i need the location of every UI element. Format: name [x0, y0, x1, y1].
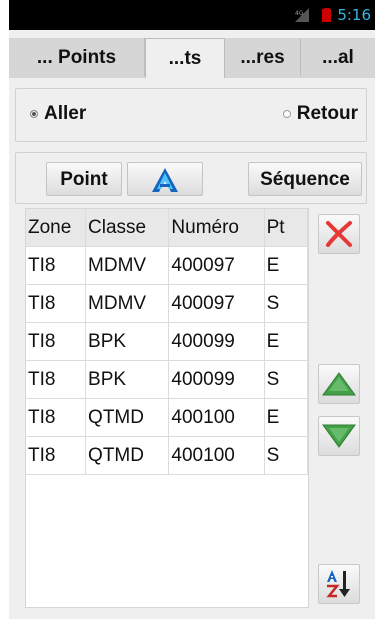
cell-pt: E: [264, 322, 309, 361]
signal-icon: 4G: [295, 8, 309, 22]
sort-button[interactable]: [318, 564, 360, 604]
cell-classe: QTMD: [85, 436, 170, 475]
radio-aller[interactable]: Aller: [30, 103, 86, 125]
table-row[interactable]: TI8 QTMD 400100 S: [26, 436, 309, 475]
delete-x-icon: [326, 221, 352, 247]
cell-pt: E: [264, 398, 309, 437]
cell-numero: 400099: [168, 322, 265, 361]
point-button[interactable]: Point: [46, 162, 122, 196]
cell-classe: BPK: [85, 322, 170, 361]
action-panel: Point Séquence: [15, 152, 367, 204]
cell-zone: TI8: [26, 360, 87, 399]
table-row[interactable]: TI8 BPK 400099 E: [26, 322, 309, 361]
cell-pt: S: [264, 284, 309, 323]
cell-numero: 400099: [168, 360, 265, 399]
radio-unselected-icon: [282, 110, 291, 118]
arrow-up-icon: [322, 372, 356, 396]
cell-zone: TI8: [26, 436, 87, 475]
svg-text:4G: 4G: [295, 10, 304, 17]
cell-numero: 400100: [168, 436, 265, 475]
column-header-numero[interactable]: Numéro: [168, 209, 265, 247]
cell-classe: QTMD: [85, 398, 170, 437]
cell-numero: 400097: [168, 284, 265, 323]
status-bar: 4G 5:16: [9, 0, 375, 30]
cell-classe: BPK: [85, 360, 170, 399]
radio-retour-label: Retour: [296, 103, 358, 124]
table-row[interactable]: TI8 QTMD 400100 E: [26, 398, 309, 437]
tab-res[interactable]: ...res: [225, 38, 301, 76]
cell-pt: S: [264, 436, 309, 475]
cell-pt: E: [264, 246, 309, 285]
column-header-classe[interactable]: Classe: [85, 209, 170, 247]
delete-button[interactable]: [318, 214, 360, 254]
sort-az-icon: [326, 570, 350, 598]
arrow-down-icon: [322, 424, 356, 448]
table-row[interactable]: TI8 MDMV 400097 E: [26, 246, 309, 285]
cell-zone: TI8: [26, 398, 87, 437]
tab-ts[interactable]: ...ts: [145, 38, 225, 78]
table-row[interactable]: TI8 BPK 400099 S: [26, 360, 309, 399]
cell-numero: 400100: [168, 398, 265, 437]
tab-bar: ... Points ...ts ...res ...al: [9, 38, 375, 78]
radio-retour[interactable]: Retour: [282, 103, 358, 125]
radio-selected-icon: [30, 110, 38, 118]
cell-zone: TI8: [26, 322, 87, 361]
move-up-button[interactable]: [318, 364, 360, 404]
cell-zone: TI8: [26, 246, 87, 285]
cell-numero: 400097: [168, 246, 265, 285]
app-screen: 4G 5:16 ... Points ...ts ...res ...al Al…: [9, 0, 375, 619]
table-row[interactable]: TI8 MDMV 400097 S: [26, 284, 309, 323]
column-header-pt[interactable]: Pt: [264, 209, 309, 247]
radio-aller-label: Aller: [44, 103, 87, 124]
cell-classe: MDMV: [85, 284, 170, 323]
battery-icon: [322, 8, 331, 22]
move-down-button[interactable]: [318, 416, 360, 456]
a-button[interactable]: [127, 162, 203, 196]
column-header-zone[interactable]: Zone: [26, 209, 87, 247]
sequence-button[interactable]: Séquence: [248, 162, 362, 196]
cell-pt: S: [264, 360, 309, 399]
points-table: Zone Classe Numéro Pt TI8 MDMV 400097 E …: [25, 208, 309, 608]
tab-al[interactable]: ...al: [301, 38, 375, 76]
a-letter-icon: [152, 168, 178, 192]
cell-zone: TI8: [26, 284, 87, 323]
status-time: 5:16: [337, 6, 371, 24]
direction-panel: Aller Retour: [15, 88, 367, 142]
table-header-row: Zone Classe Numéro Pt: [26, 209, 309, 247]
cell-classe: MDMV: [85, 246, 170, 285]
tab-points[interactable]: ... Points: [9, 38, 145, 76]
